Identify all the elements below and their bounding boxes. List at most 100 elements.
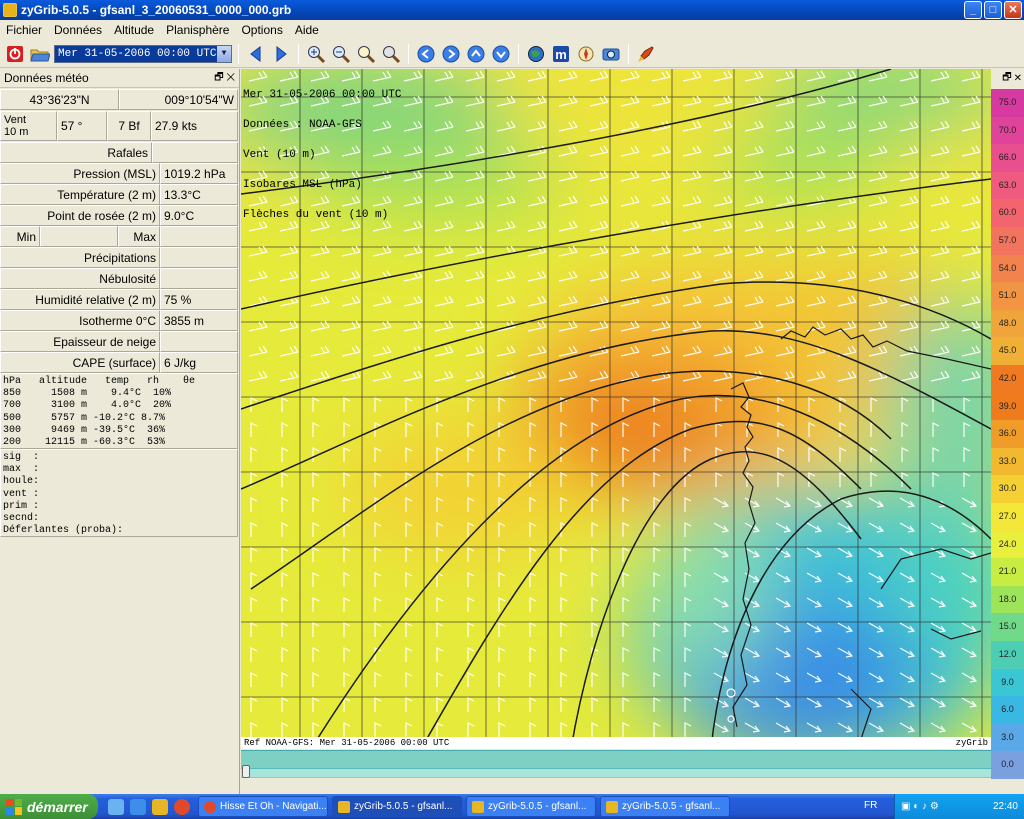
system-tray: ▣ ◐ ♪ ⚙ 22:40 — [894, 794, 1024, 819]
row-label: Point de rosée (2 m) — [0, 205, 160, 226]
row-value: 9.0°C — [160, 205, 238, 226]
meteotable-button[interactable]: m — [550, 43, 572, 65]
undock-icon[interactable]: 🗗 — [214, 72, 223, 83]
quick-launch — [108, 798, 198, 815]
date-select-value: Mer 31-05-2006 00:00 UTC — [58, 47, 217, 60]
menu-options[interactable]: Options — [235, 23, 288, 37]
row-value — [152, 142, 238, 163]
taskbar-item[interactable]: zyGrib-5.0.5 - gfsanl... — [466, 796, 596, 817]
legend-close-icon[interactable]: ✕ — [1014, 73, 1022, 84]
pan-right-button[interactable] — [440, 43, 462, 65]
map-brand: zyGrib — [955, 738, 988, 748]
folder-icon[interactable] — [152, 798, 168, 815]
legend-value: 24.0 — [991, 530, 1024, 559]
circle-arrow-up-icon — [467, 45, 485, 62]
zygrib-icon — [472, 800, 484, 813]
next-date-button[interactable] — [270, 43, 292, 65]
legend-value: 45.0 — [991, 337, 1024, 365]
taskbar-item[interactable]: zyGrib-5.0.5 - gfsanl... — [600, 796, 730, 817]
panel-header: Données météo 🗗 ✕ — [0, 69, 239, 88]
chrome-icon[interactable] — [174, 798, 190, 815]
pan-down-button[interactable] — [490, 43, 512, 65]
chevron-down-icon[interactable]: ▼ — [217, 45, 231, 62]
date-select[interactable]: Mer 31-05-2006 00:00 UTC ▼ — [54, 44, 232, 63]
zoom-out-button[interactable] — [330, 43, 352, 65]
row-value: 3855 m — [160, 310, 238, 331]
zoom-all-icon — [383, 45, 401, 63]
map-info-line: Données : NOAA-GFS — [243, 119, 362, 131]
max-value — [160, 226, 238, 247]
map-footer: Ref NOAA-GFS: Mer 31-05-2006 00:00 UTC z… — [241, 737, 991, 749]
row-value: 13.3°C — [160, 184, 238, 205]
weather-map[interactable]: Mer 31-05-2006 00:00 UTC Données : NOAA-… — [241, 69, 991, 749]
stop-button[interactable] — [4, 43, 26, 65]
pan-up-button[interactable] — [465, 43, 487, 65]
legend-scale: 75.0 70.0 66.0 63.0 60.0 57.0 54.0 51.0 48.0 45.0… — [991, 89, 1024, 779]
waves-table: sig : max : houle: vent : prim : secnd: … — [0, 449, 238, 537]
row-label: CAPE (surface) — [0, 352, 160, 373]
maximize-button[interactable]: □ — [984, 1, 1002, 19]
ie-icon[interactable] — [130, 798, 146, 815]
map-reference: Ref NOAA-GFS: Mer 31-05-2006 00:00 UTC — [244, 738, 450, 748]
menu-aide[interactable]: Aide — [289, 23, 325, 37]
menu-fichier[interactable]: Fichier — [0, 23, 48, 37]
menu-donnees[interactable]: Données — [48, 23, 108, 37]
legend-value: 3.0 — [991, 723, 1024, 752]
folder-icon — [30, 49, 50, 61]
globe-icon — [528, 45, 544, 62]
compass-icon — [578, 46, 594, 61]
tray-icons[interactable]: ▣ ◐ ♪ ⚙ — [901, 801, 939, 812]
animation-button[interactable] — [635, 43, 657, 65]
wind-speed-value: 27.9 kts — [151, 111, 238, 141]
legend-value: 42.0 — [991, 365, 1024, 393]
zoom-in-button[interactable] — [305, 43, 327, 65]
open-file-button[interactable] — [29, 43, 51, 65]
language-indicator[interactable]: FR — [864, 800, 877, 811]
screenshot-button[interactable] — [600, 43, 622, 65]
minimize-button[interactable]: _ — [964, 1, 982, 19]
data-row: Isotherme 0°C 3855 m — [0, 310, 239, 331]
data-row: Température (2 m) 13.3°C — [0, 184, 239, 205]
data-row: CAPE (surface) 6 J/kg — [0, 352, 239, 373]
desktop-icon[interactable] — [108, 798, 124, 815]
data-row: Point de rosée (2 m) 9.0°C — [0, 205, 239, 226]
legend-value: 21.0 — [991, 558, 1024, 586]
zoom-selection-button[interactable] — [355, 43, 377, 65]
legend-value: 36.0 — [991, 420, 1024, 448]
zoom-all-button[interactable] — [380, 43, 402, 65]
panel-title: Données météo — [4, 71, 89, 85]
row-label: Nébulosité — [0, 268, 160, 289]
map-info-line: Flèches du vent (10 m) — [243, 209, 389, 221]
taskbar-item-label: zyGrib-5.0.5 - gfsanl... — [622, 801, 721, 812]
menu-altitude[interactable]: Altitude — [108, 23, 160, 37]
row-label: Rafales — [0, 142, 152, 163]
weather-data-panel: Données météo 🗗 ✕ 43°36'23"N 009°10'54"W… — [0, 69, 240, 794]
map-info-line: Vent (10 m) — [243, 149, 316, 161]
taskbar-item[interactable]: zyGrib-5.0.5 - gfsanl... — [332, 796, 462, 817]
timeline-track[interactable] — [241, 768, 991, 777]
map-info-line: Isobares MSL (hPa) — [243, 179, 362, 191]
menu-planisphere[interactable]: Planisphère — [160, 23, 235, 37]
legend-value: 12.0 — [991, 641, 1024, 669]
download-grib-button[interactable] — [525, 43, 547, 65]
legend-undock-icon[interactable]: 🗗 — [1002, 70, 1011, 87]
close-button[interactable]: ✕ — [1004, 1, 1022, 19]
clock: 22:40 — [992, 801, 1018, 812]
poi-button[interactable] — [575, 43, 597, 65]
row-value — [160, 247, 238, 268]
timeline-handle[interactable] — [242, 765, 250, 778]
pan-left-button[interactable] — [415, 43, 437, 65]
legend-value: 0.0 — [991, 751, 1024, 779]
panel-close-icon[interactable]: ✕ — [226, 72, 235, 83]
wind-direction-value: 57 ° — [57, 111, 107, 141]
toolbar: Mer 31-05-2006 00:00 UTC ▼ m — [0, 40, 1024, 68]
previous-date-button[interactable] — [245, 43, 267, 65]
start-button[interactable]: démarrer — [0, 794, 98, 819]
taskbar-item[interactable]: Hisse Et Oh - Navigati... — [198, 796, 328, 817]
zygrib-icon — [338, 800, 350, 813]
min-max-row: Min Max — [0, 226, 239, 247]
title-bar: zyGrib-5.0.5 - gfsanl_3_20060531_0000_00… — [0, 0, 1024, 20]
svg-text:m: m — [555, 47, 567, 62]
row-value: 75 % — [160, 289, 238, 310]
timeline-slider[interactable] — [241, 750, 991, 778]
